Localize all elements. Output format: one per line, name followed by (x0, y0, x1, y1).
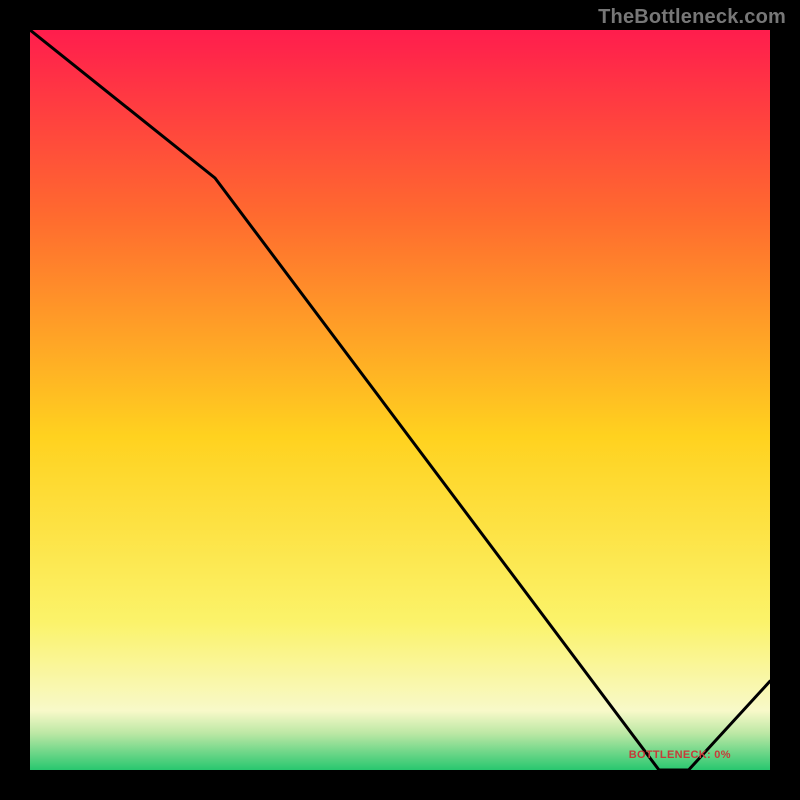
attribution-text: TheBottleneck.com (598, 6, 786, 29)
plot-frame: BOTTLENECK: 0% (30, 30, 770, 770)
bottleneck-chart-svg (30, 30, 770, 770)
gradient-background (30, 30, 770, 770)
bottleneck-zero-label: BOTTLENECK: 0% (629, 749, 731, 761)
chart-container: TheBottleneck.com BOTTLENECK: 0% (0, 0, 800, 800)
